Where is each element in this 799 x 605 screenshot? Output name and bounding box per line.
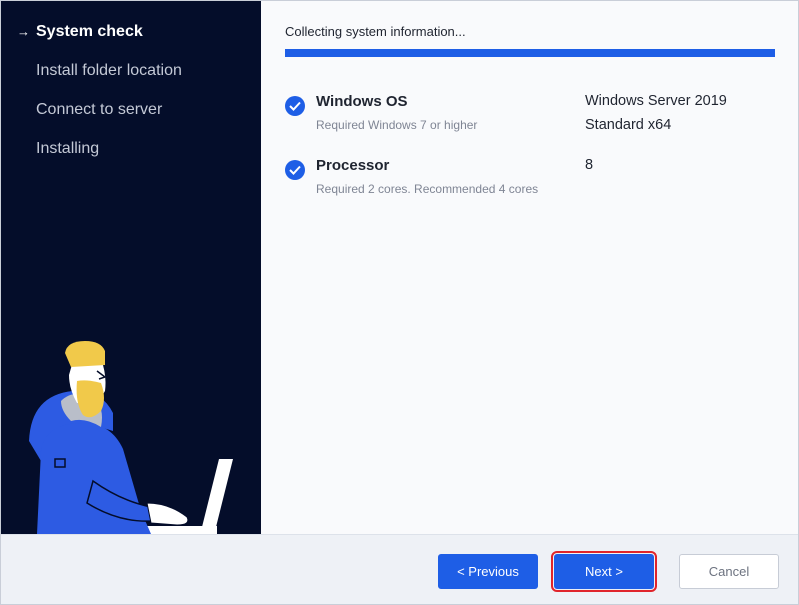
check-title: Windows OS [316, 93, 408, 110]
footer-bar: < Previous Next > Cancel [1, 534, 798, 604]
step-label: Installing [36, 140, 100, 157]
progress-bar [285, 49, 775, 57]
check-circle-icon [285, 160, 305, 180]
step-label: Install folder location [36, 62, 182, 79]
step-install-folder-location: Install folder location [1, 58, 261, 97]
cancel-button[interactable]: Cancel [679, 554, 779, 589]
installer-window: → System check Install folder location C… [0, 0, 799, 605]
developer-illustration [29, 341, 233, 534]
next-button[interactable]: Next > [551, 551, 657, 592]
check-title: Processor [316, 157, 390, 174]
check-requirement: Required 2 cores. Recommended 4 cores [316, 182, 539, 196]
step-system-check: → System check [1, 19, 261, 58]
step-list: → System check Install folder location C… [1, 19, 261, 175]
check-value: Windows Server 2019 Standard x64 [585, 93, 727, 133]
current-step-arrow-icon: → [17, 24, 30, 39]
status-text: Collecting system information... [285, 24, 466, 39]
progress-fill [285, 49, 775, 57]
check-circle-icon [285, 96, 305, 116]
sidebar: → System check Install folder location C… [1, 1, 261, 534]
previous-button[interactable]: < Previous [438, 554, 538, 589]
check-value: 8 [585, 157, 594, 173]
step-label: Connect to server [36, 101, 163, 118]
main-panel: Collecting system information... Windows… [261, 1, 798, 534]
step-installing: Installing [1, 136, 261, 175]
step-label: System check [36, 23, 143, 40]
check-requirement: Required Windows 7 or higher [316, 118, 478, 132]
step-connect-to-server: Connect to server [1, 97, 261, 136]
